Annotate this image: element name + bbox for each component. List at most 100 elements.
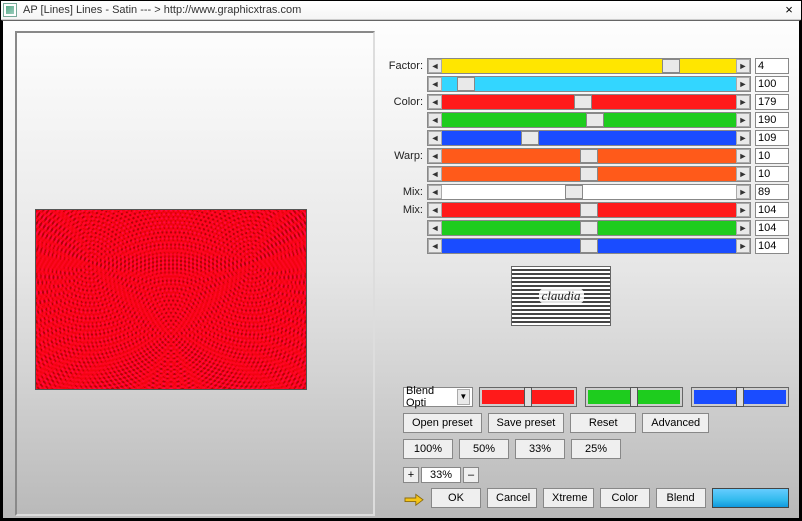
slider-track[interactable]	[442, 77, 736, 91]
slider-thumb[interactable]	[580, 239, 598, 253]
slider-track[interactable]	[442, 167, 736, 181]
rgb-mini-track[interactable]	[482, 390, 574, 404]
slider-track[interactable]	[442, 95, 736, 109]
slider-row: Mix:◄►104	[385, 201, 789, 219]
slider-thumb[interactable]	[580, 221, 598, 235]
slider[interactable]: ◄►	[427, 148, 751, 164]
slider[interactable]: ◄►	[427, 112, 751, 128]
arrow-left-icon[interactable]: ◄	[428, 149, 442, 163]
arrow-right-icon[interactable]: ►	[736, 59, 750, 73]
arrow-left-icon[interactable]: ◄	[428, 203, 442, 217]
slider-value[interactable]: 109	[755, 130, 789, 146]
slider-track[interactable]	[442, 185, 736, 199]
rgb-mini-thumb[interactable]	[736, 387, 744, 407]
slider-thumb[interactable]	[521, 131, 539, 145]
open-preset-button[interactable]: Open preset	[403, 413, 482, 433]
color-button[interactable]: Color	[600, 488, 650, 508]
arrow-right-icon[interactable]: ►	[736, 95, 750, 109]
slider-track[interactable]	[442, 239, 736, 253]
arrow-left-icon[interactable]: ◄	[428, 185, 442, 199]
arrow-left-icon[interactable]: ◄	[428, 131, 442, 145]
arrow-left-icon[interactable]: ◄	[428, 59, 442, 73]
arrow-left-icon[interactable]: ◄	[428, 95, 442, 109]
zoom-minus-button[interactable]: –	[463, 467, 479, 483]
slider-track[interactable]	[442, 131, 736, 145]
slider-value[interactable]: 89	[755, 184, 789, 200]
arrow-left-icon[interactable]: ◄	[428, 167, 442, 181]
color-swatch[interactable]	[712, 488, 789, 508]
arrow-left-icon[interactable]: ◄	[428, 239, 442, 253]
slider[interactable]: ◄►	[427, 76, 751, 92]
slider[interactable]: ◄►	[427, 94, 751, 110]
arrow-right-icon[interactable]: ►	[736, 149, 750, 163]
zoom-33-button[interactable]: 33%	[515, 439, 565, 459]
advanced-button[interactable]: Advanced	[642, 413, 709, 433]
zoom-plus-button[interactable]: +	[403, 467, 419, 483]
slider-thumb[interactable]	[565, 185, 583, 199]
blend-button[interactable]: Blend	[656, 488, 706, 508]
arrow-right-icon[interactable]: ►	[736, 167, 750, 181]
arrow-right-icon[interactable]: ►	[736, 203, 750, 217]
slider-value[interactable]: 10	[755, 148, 789, 164]
zoom-25-button[interactable]: 25%	[571, 439, 621, 459]
slider-thumb[interactable]	[586, 113, 604, 127]
preview-frame	[15, 31, 375, 516]
rgb-mini-thumb[interactable]	[524, 387, 532, 407]
ok-button[interactable]: OK	[431, 488, 481, 508]
slider-track[interactable]	[442, 203, 736, 217]
cancel-button[interactable]: Cancel	[487, 488, 537, 508]
slider-thumb[interactable]	[457, 77, 475, 91]
slider-row: ◄►109	[385, 129, 789, 147]
zoom-value[interactable]: 33%	[421, 467, 461, 483]
arrow-right-icon[interactable]: ►	[736, 221, 750, 235]
arrow-right-icon[interactable]: ►	[736, 77, 750, 91]
slider-thumb[interactable]	[574, 95, 592, 109]
slider[interactable]: ◄►	[427, 238, 751, 254]
slider-track[interactable]	[442, 221, 736, 235]
zoom-100-button[interactable]: 100%	[403, 439, 453, 459]
slider-track[interactable]	[442, 149, 736, 163]
slider-value[interactable]: 100	[755, 76, 789, 92]
arrow-left-icon[interactable]: ◄	[428, 77, 442, 91]
arrow-right-icon[interactable]: ►	[736, 185, 750, 199]
arrow-right-icon[interactable]: ►	[736, 239, 750, 253]
save-preset-button[interactable]: Save preset	[488, 413, 565, 433]
slider-row: ◄►190	[385, 111, 789, 129]
rgb-mini-track[interactable]	[694, 390, 786, 404]
arrow-left-icon[interactable]: ◄	[428, 113, 442, 127]
slider-value[interactable]: 104	[755, 202, 789, 218]
slider-thumb[interactable]	[580, 149, 598, 163]
slider-track[interactable]	[442, 113, 736, 127]
slider[interactable]: ◄►	[427, 220, 751, 236]
rgb-mini-slider[interactable]	[585, 387, 683, 407]
slider-value[interactable]: 179	[755, 94, 789, 110]
slider[interactable]: ◄►	[427, 166, 751, 182]
slider[interactable]: ◄►	[427, 130, 751, 146]
slider-thumb[interactable]	[580, 167, 598, 181]
slider-value[interactable]: 104	[755, 220, 789, 236]
arrow-left-icon[interactable]: ◄	[428, 221, 442, 235]
rgb-mini-thumb[interactable]	[630, 387, 638, 407]
slider-thumb[interactable]	[662, 59, 680, 73]
close-icon[interactable]: ×	[779, 2, 799, 18]
slider-value[interactable]: 10	[755, 166, 789, 182]
rgb-mini-track[interactable]	[588, 390, 680, 404]
slider-thumb[interactable]	[580, 203, 598, 217]
slider[interactable]: ◄►	[427, 184, 751, 200]
rgb-mini-slider[interactable]	[479, 387, 577, 407]
slider-label: Mix:	[385, 186, 427, 198]
slider[interactable]: ◄►	[427, 202, 751, 218]
reset-button[interactable]: Reset	[570, 413, 636, 433]
chevron-down-icon[interactable]: ▼	[457, 389, 470, 405]
slider[interactable]: ◄►	[427, 58, 751, 74]
rgb-mini-slider[interactable]	[691, 387, 789, 407]
zoom-50-button[interactable]: 50%	[459, 439, 509, 459]
slider-value[interactable]: 190	[755, 112, 789, 128]
slider-value[interactable]: 4	[755, 58, 789, 74]
arrow-right-icon[interactable]: ►	[736, 131, 750, 145]
arrow-right-icon[interactable]: ►	[736, 113, 750, 127]
blend-mode-select[interactable]: Blend Opti ▼	[403, 387, 473, 407]
slider-value[interactable]: 104	[755, 238, 789, 254]
xtreme-button[interactable]: Xtreme	[543, 488, 594, 508]
slider-track[interactable]	[442, 59, 736, 73]
